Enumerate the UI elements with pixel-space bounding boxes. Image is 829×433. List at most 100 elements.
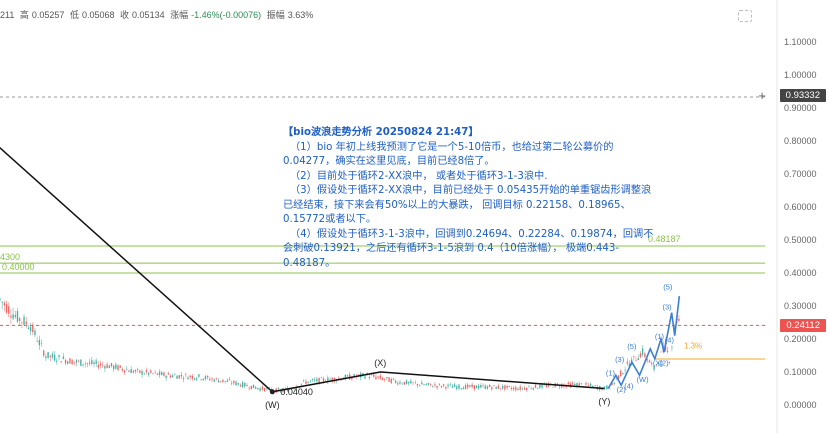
price-candle-body	[458, 384, 460, 389]
price-candle-body	[536, 388, 539, 389]
price-candle-body	[91, 360, 93, 365]
price-candle-body	[27, 327, 30, 329]
chart-settings-icon[interactable]	[738, 10, 752, 22]
last-price-tag: 0.24112	[780, 318, 826, 332]
price-candle-body	[504, 385, 506, 390]
price-candle-body	[77, 360, 80, 362]
price-candle-body	[202, 378, 204, 380]
price-candle-body	[64, 359, 67, 364]
price-candle-body	[161, 372, 163, 375]
price-candle-body	[589, 383, 592, 386]
price-candle-body	[257, 388, 259, 390]
price-candle-body	[169, 375, 172, 378]
price-candle-body	[47, 352, 49, 358]
price-candle-body	[3, 302, 6, 306]
analysis-annotation: 【bio波浪走势分析 20250824 21:47】 （1）bio 年初上线我预…	[283, 126, 661, 271]
price-candle-body	[263, 388, 266, 392]
y-tick-label: 0.10000	[784, 367, 817, 377]
price-candle-body	[545, 384, 548, 388]
low-point-marker	[269, 389, 275, 395]
price-candle-body	[200, 379, 202, 381]
price-candle-body	[436, 386, 438, 388]
wave-label: (Y)	[598, 397, 610, 407]
price-candle-body	[574, 383, 576, 385]
price-candle-body	[193, 378, 196, 380]
price-candle-body	[204, 376, 207, 380]
price-candle-body	[226, 380, 229, 382]
price-candle-body	[259, 388, 261, 391]
y-tick-label: 0.40000	[784, 268, 817, 278]
price-candle-body	[534, 384, 537, 388]
price-candle-body	[486, 386, 489, 389]
price-candle-body	[329, 379, 331, 380]
y-tick-label: 0.20000	[784, 334, 817, 344]
price-candle-body	[467, 384, 469, 388]
price-candle-body	[482, 385, 484, 386]
annotation-line-1: （1）bio 年初上线我预测了它是一个5-10倍币，也给过第二轮公募价的0.04…	[283, 141, 614, 168]
price-candle-body	[620, 370, 622, 377]
price-candle-body	[141, 371, 143, 375]
price-candle-body	[613, 382, 615, 384]
price-candle-body	[53, 354, 56, 361]
price-candle-body	[237, 383, 239, 385]
price-candle-body	[320, 377, 322, 379]
price-candle-body	[622, 373, 624, 375]
price-candle-body	[36, 341, 38, 342]
price-candle-body	[414, 382, 416, 384]
price-candle-body	[182, 378, 185, 380]
annotation-line-2: （2）目前处于循环2-XX浪中， 或者处于循环3-1-3浪中.	[290, 170, 548, 182]
y-tick-label: 0.90000	[784, 103, 817, 113]
blue-wave-label: (5)	[663, 283, 673, 292]
y-tick-label: 0.30000	[784, 301, 817, 311]
price-candle-body	[255, 387, 257, 389]
price-candle-body	[25, 321, 27, 325]
price-candle-body	[429, 383, 432, 385]
price-candle-body	[626, 361, 628, 364]
price-candle-body	[386, 377, 388, 379]
price-candle-body	[606, 385, 608, 390]
price-candle-body	[517, 388, 519, 391]
price-candle-body	[0, 298, 1, 300]
wave-label: (W)	[265, 400, 280, 410]
price-candle-body	[71, 360, 73, 365]
blue-wave-label: (4)	[665, 335, 675, 344]
price-candle-body	[530, 388, 532, 390]
price-candle-body	[438, 383, 441, 385]
price-candle-body	[187, 377, 189, 380]
price-candle-body	[1, 301, 3, 303]
price-candle-body	[443, 384, 445, 386]
crosshair-plus-icon[interactable]: +	[755, 89, 769, 103]
price-candle-body	[377, 376, 379, 378]
price-candle-body	[196, 378, 198, 380]
price-candle-body	[495, 386, 497, 389]
price-candle-body	[635, 360, 637, 362]
price-candle-body	[95, 360, 97, 364]
amplitude-value: 3.63%	[287, 10, 314, 20]
price-candle-body	[99, 363, 102, 366]
price-candle-body	[8, 306, 10, 314]
price-candle-body	[648, 360, 651, 363]
y-tick-label: 0.70000	[784, 169, 817, 179]
blue-wave-label: (5)	[627, 342, 637, 351]
price-candle-body	[82, 364, 84, 366]
price-candle-body	[405, 380, 408, 385]
price-candle-body	[671, 346, 673, 348]
price-candle-body	[165, 375, 167, 378]
price-candle-body	[126, 369, 128, 370]
change-label: 涨幅	[170, 10, 189, 20]
price-candle-body	[678, 318, 680, 321]
price-candle-body	[373, 374, 375, 377]
blue-wave-label: (W)	[637, 375, 650, 384]
price-candle-body	[571, 383, 574, 385]
price-candle-body	[97, 364, 100, 368]
price-candle-body	[10, 315, 12, 318]
amplitude-label: 振幅	[266, 10, 285, 20]
price-candle-body	[43, 350, 45, 356]
price-candle-body	[110, 362, 113, 367]
price-candle-body	[502, 386, 504, 389]
price-candle-body	[108, 365, 110, 369]
price-candle-body	[117, 365, 119, 371]
price-candle-body	[519, 386, 521, 390]
close-value: 0.05134	[132, 10, 165, 20]
price-candle-body	[176, 375, 178, 379]
